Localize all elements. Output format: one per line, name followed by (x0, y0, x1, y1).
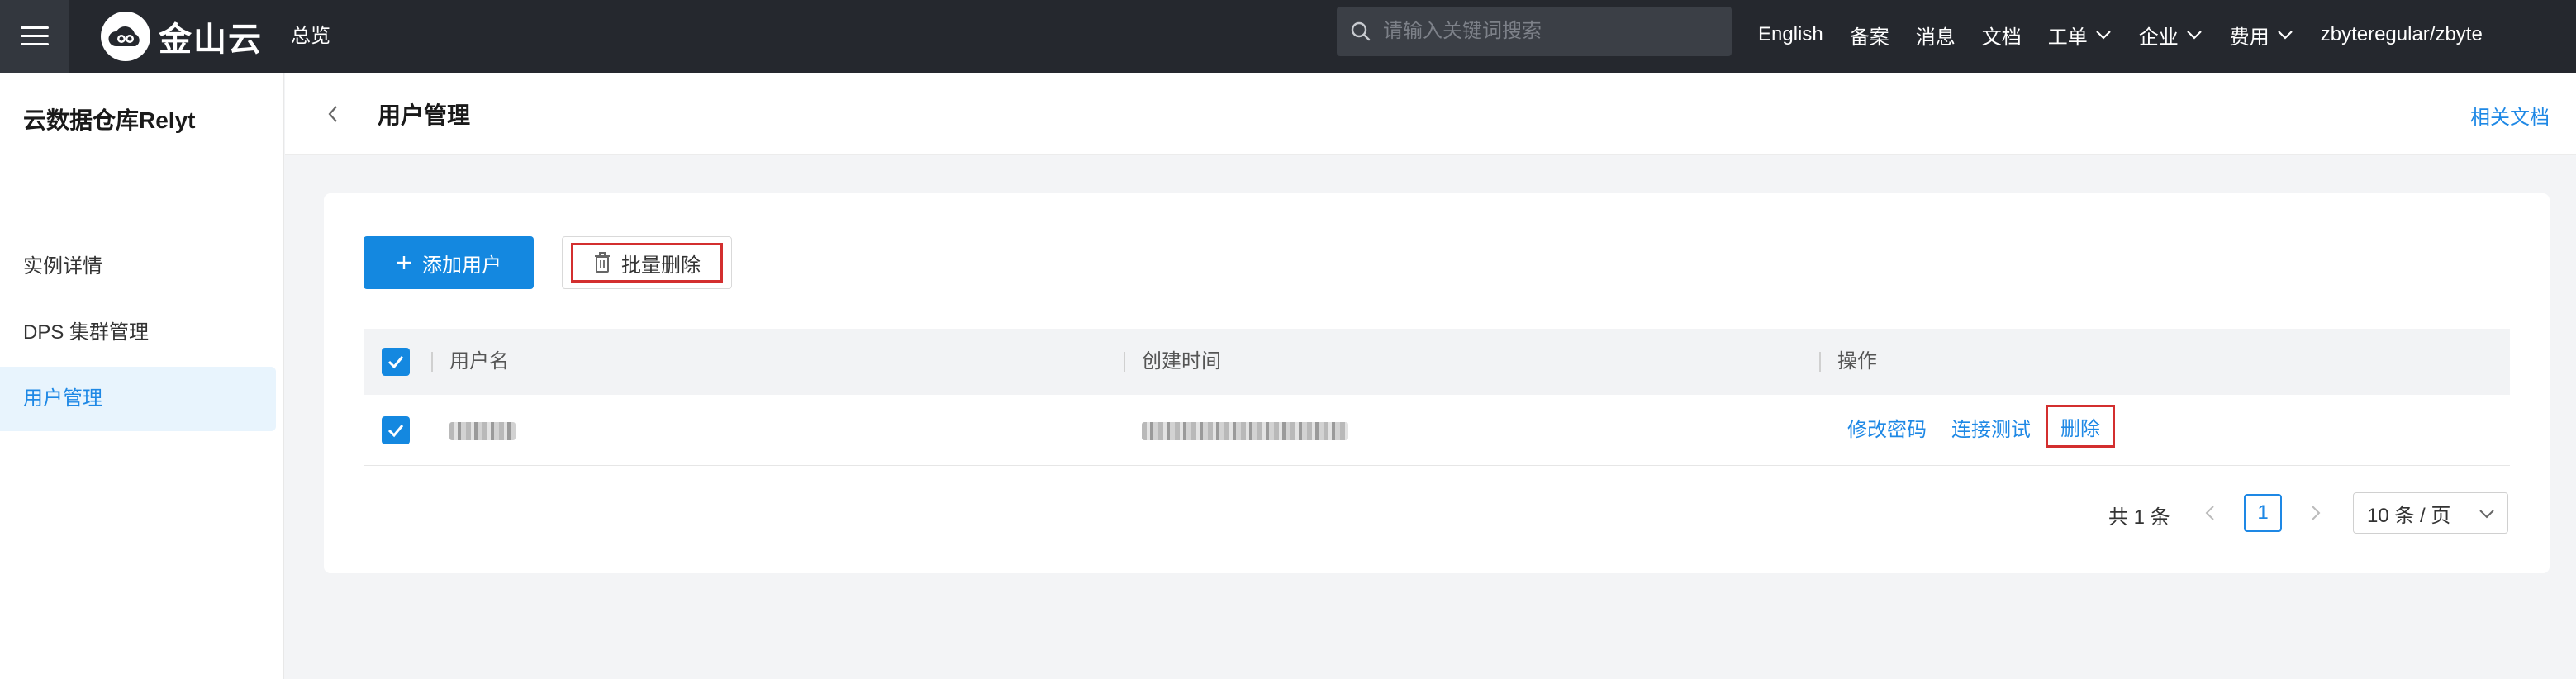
created-time-cell (1142, 416, 1348, 444)
chevron-down-icon (2095, 31, 2111, 40)
add-user-button[interactable]: 添加用户 (364, 236, 534, 289)
hamburger-icon (21, 26, 49, 47)
batch-delete-button[interactable]: 批量删除 (562, 236, 732, 289)
row-checkbox[interactable] (382, 416, 410, 444)
search-input[interactable] (1383, 20, 1713, 43)
sidebar-item-instance-details[interactable]: 实例详情 (0, 235, 276, 299)
top-link-english[interactable]: English (1758, 23, 1823, 46)
select-all-checkbox[interactable] (382, 348, 410, 376)
sidebar-item-dps-cluster[interactable]: DPS 集群管理 (0, 301, 276, 365)
column-separator (431, 352, 433, 372)
chevron-down-icon (2277, 31, 2293, 40)
redacted-created-time (1142, 421, 1348, 440)
chevron-right-icon[interactable] (2310, 504, 2322, 522)
page-header: 用户管理 相关文档 (285, 73, 2576, 155)
delete-link[interactable]: 删除 (2046, 405, 2115, 448)
redacted-username (449, 421, 516, 440)
highlight-box: 批量删除 (571, 243, 723, 283)
column-header-created-time: 创建时间 (1142, 350, 1221, 373)
sidebar: 云数据仓库Relyt 实例详情 DPS 集群管理 用户管理 (0, 73, 284, 679)
top-link-tickets[interactable]: 工单 (2048, 21, 2113, 50)
change-password-link[interactable]: 修改密码 (1847, 416, 1927, 444)
logo-text: 金山云 (159, 21, 263, 58)
top-link-docs[interactable]: 文档 (1982, 21, 2022, 50)
chevron-down-icon (2479, 510, 2494, 519)
top-link-beian[interactable]: 备案 (1850, 21, 1889, 50)
top-link-messages[interactable]: 消息 (1916, 21, 1956, 50)
nav-overview[interactable]: 总览 (291, 20, 330, 53)
chevron-left-icon[interactable] (2204, 504, 2216, 522)
username-cell (449, 416, 516, 444)
table-header: 用户名 创建时间 操作 (364, 329, 2510, 395)
chevron-down-icon (2186, 31, 2202, 40)
search-icon (1351, 21, 1371, 41)
page-size-select[interactable]: 10 条 / 页 (2353, 492, 2508, 534)
top-link-enterprise[interactable]: 企业 (2139, 21, 2203, 50)
top-link-account[interactable]: zbyteregular/zbyte (2321, 23, 2483, 46)
content-card: 添加用户 批量删除 用户名 创建时间 操作 修改密码 连接测试 删除 共 1 条… (324, 193, 2550, 573)
plus-icon (397, 256, 411, 269)
menu-button[interactable] (0, 0, 69, 73)
top-navbar: 金山云 总览 English 备案 消息 文档 工单 企业 费用 zbytere… (0, 0, 2576, 73)
column-header-username: 用户名 (449, 350, 509, 373)
sidebar-item-user-management[interactable]: 用户管理 (0, 367, 276, 431)
trash-icon (595, 252, 610, 273)
page-title: 用户管理 (378, 102, 471, 128)
sidebar-title: 云数据仓库Relyt (23, 107, 196, 133)
column-separator (1819, 352, 1821, 372)
search-box[interactable] (1337, 7, 1732, 56)
back-arrow-icon[interactable] (326, 104, 340, 124)
related-docs-link[interactable]: 相关文档 (2470, 101, 2550, 130)
table-row: 修改密码 连接测试 删除 (364, 395, 2510, 466)
top-link-billing[interactable]: 费用 (2230, 21, 2294, 50)
pagination: 共 1 条 1 10 条 / 页 (324, 492, 2550, 534)
check-icon (387, 356, 404, 369)
logo[interactable]: 金山云 (101, 5, 263, 68)
cloud-logo-icon (101, 12, 150, 61)
check-icon (387, 425, 404, 438)
top-links: English 备案 消息 文档 工单 企业 费用 zbyteregular/z… (1758, 17, 2483, 53)
column-header-actions: 操作 (1837, 350, 1877, 373)
total-count: 共 1 条 (2108, 506, 2170, 529)
column-separator (1124, 352, 1125, 372)
page-number-current[interactable]: 1 (2244, 494, 2282, 532)
connection-test-link[interactable]: 连接测试 (1951, 416, 2031, 444)
